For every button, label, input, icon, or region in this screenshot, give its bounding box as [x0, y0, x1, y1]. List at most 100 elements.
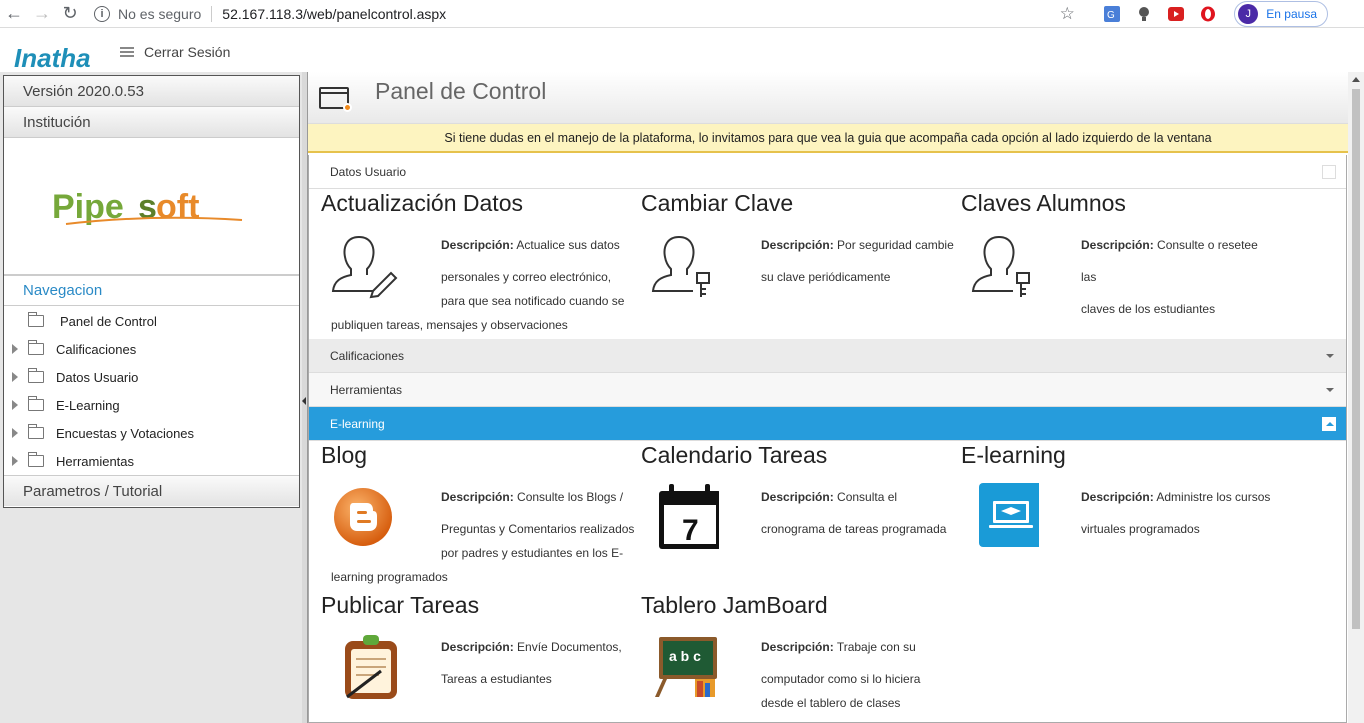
tree-item-elearning[interactable]: E-Learning: [4, 391, 299, 419]
tree-item-panel-control[interactable]: Panel de Control: [4, 307, 299, 335]
collapse-toggle-icon[interactable]: [1322, 165, 1336, 179]
desc-text: claves de los estudiantes: [1081, 302, 1216, 316]
profile-button[interactable]: J En pausa: [1234, 1, 1328, 27]
sidebar: Versión 2020.0.53 Institución Pipe s oft…: [0, 72, 302, 723]
desc-label: Descripción:: [761, 490, 834, 504]
back-icon[interactable]: ←: [0, 0, 28, 28]
card-title[interactable]: Cambiar Clave: [641, 189, 949, 217]
info-icon[interactable]: i: [94, 5, 110, 22]
tree-item-label: Panel de Control: [60, 313, 157, 329]
section-herramientas[interactable]: Herramientas: [309, 373, 1346, 407]
tree-item-label: Encuestas y Votaciones: [56, 425, 195, 441]
desc-text: Consulte los Blogs /: [517, 490, 624, 504]
elearning-grid: Blog Descripción: Consulte los Blogs / P…: [309, 441, 1346, 721]
blogger-icon[interactable]: [329, 481, 399, 551]
logout-button[interactable]: Cerrar Sesión: [120, 44, 230, 60]
datos-usuario-grid: Actualización Datos Descripción: Actuali…: [309, 189, 1346, 339]
card-title[interactable]: E-learning: [961, 441, 1269, 469]
desc-label: Descripción:: [1081, 238, 1154, 252]
expand-arrow-icon[interactable]: [12, 428, 18, 438]
expand-arrow-icon[interactable]: [12, 400, 18, 410]
card-title[interactable]: Claves Alumnos: [961, 189, 1269, 217]
desc-label: Descripción:: [441, 490, 514, 504]
profile-status: En pausa: [1266, 7, 1317, 21]
card-actualizacion-datos[interactable]: Actualización Datos Descripción: Actuali…: [309, 189, 629, 332]
chevron-down-icon[interactable]: [1326, 354, 1334, 358]
section-datos-usuario[interactable]: Datos Usuario: [309, 155, 1346, 189]
chevron-down-icon[interactable]: [1326, 388, 1334, 392]
card-elearning[interactable]: E-learning Descripción: Administre los c…: [949, 441, 1270, 547]
translate-icon[interactable]: G: [1101, 5, 1123, 23]
address-bar[interactable]: i No es seguro 52.167.118.3/web/panelcon…: [94, 1, 1114, 27]
folder-icon: [28, 424, 44, 439]
card-description: Descripción: Envíe Documentos, Tareas a …: [441, 631, 636, 695]
menu-icon[interactable]: [120, 45, 134, 59]
expand-arrow-icon[interactable]: [12, 456, 18, 466]
user-key-icon[interactable]: [649, 229, 719, 299]
card-blog[interactable]: Blog Descripción: Consulte los Blogs / P…: [309, 441, 634, 584]
card-description: Descripción: Por seguridad cambie su cla…: [761, 229, 956, 293]
card-publicar-tareas[interactable]: Publicar Tareas Descripción: Envíe Docum…: [309, 591, 629, 699]
section-elearning[interactable]: E-learning: [309, 407, 1346, 441]
card-calendario-tareas[interactable]: Calendario Tareas 7 Descripción: Consult…: [629, 441, 949, 549]
collapse-toggle-icon[interactable]: [1322, 417, 1336, 431]
card-tablero-jamboard[interactable]: Tablero JamBoard a b c Descripción: Trab…: [629, 591, 949, 710]
card-claves-alumnos[interactable]: Claves Alumnos Descripción: Consulte o r…: [949, 189, 1269, 316]
chalkboard-icon[interactable]: a b c: [649, 631, 719, 701]
card-title[interactable]: Blog: [321, 441, 629, 469]
url-text[interactable]: 52.167.118.3/web/panelcontrol.aspx: [222, 6, 446, 22]
card-title[interactable]: Actualización Datos: [321, 189, 629, 217]
tree-item-label: Herramientas: [56, 453, 135, 469]
folder-icon: [28, 368, 44, 383]
elearning-laptop-icon[interactable]: [969, 481, 1039, 551]
expand-arrow-icon[interactable]: [12, 372, 18, 382]
desc-line: publiquen tareas, mensajes y observacion…: [331, 318, 568, 332]
collapse-arrow-icon[interactable]: [302, 397, 306, 405]
card-description: Descripción: Consulte los Blogs / Pregun…: [441, 481, 636, 545]
user-edit-icon[interactable]: [329, 229, 399, 299]
chalkboard-letters: a b c: [669, 648, 701, 664]
folder-icon: [28, 340, 44, 355]
card-title[interactable]: Calendario Tareas: [641, 441, 949, 469]
opera-icon[interactable]: [1197, 5, 1219, 23]
desc-line: por padres y estudiantes en los E-: [441, 546, 624, 560]
reload-icon[interactable]: ↻: [56, 0, 84, 28]
tree-item-encuestas[interactable]: Encuestas y Votaciones: [4, 419, 299, 447]
main-scrollbar[interactable]: [1348, 72, 1364, 723]
scrollbar-thumb[interactable]: [1352, 89, 1360, 629]
clipboard-icon[interactable]: [329, 631, 399, 701]
card-title[interactable]: Tablero JamBoard: [641, 591, 949, 619]
tree-item-datos-usuario[interactable]: Datos Usuario: [4, 363, 299, 391]
calendar-number: 7: [682, 514, 699, 547]
card-title[interactable]: Publicar Tareas: [321, 591, 629, 619]
lightbulb-icon[interactable]: [1133, 5, 1155, 23]
institution-header[interactable]: Institución: [4, 107, 299, 138]
youtube-ext-icon[interactable]: [1165, 5, 1187, 23]
control-panel-icon: [319, 86, 352, 112]
scroll-up-icon[interactable]: [1352, 77, 1360, 82]
section-calificaciones[interactable]: Calificaciones: [309, 339, 1346, 373]
desc-text: Envíe Documentos,: [517, 640, 622, 654]
avatar: J: [1238, 4, 1259, 24]
desc-text: virtuales programados: [1081, 522, 1200, 536]
params-header[interactable]: Parametros / Tutorial: [4, 475, 299, 506]
version-header[interactable]: Versión 2020.0.53: [4, 76, 299, 107]
navigation-header[interactable]: Navegacion: [4, 275, 299, 306]
svg-text:oft: oft: [156, 188, 199, 226]
desc-label: Descripción:: [441, 238, 514, 252]
svg-text:s: s: [138, 188, 157, 226]
forward-icon[interactable]: →: [28, 0, 56, 28]
card-cambiar-clave[interactable]: Cambiar Clave Descripción: Por seguridad…: [629, 189, 954, 297]
calendar-icon[interactable]: 7: [649, 481, 719, 551]
expand-arrow-icon[interactable]: [12, 344, 18, 354]
desc-line: para que sea notificado cuando se: [441, 294, 625, 308]
bookmark-star-icon[interactable]: ☆: [1056, 4, 1078, 23]
tree-item-herramientas[interactable]: Herramientas: [4, 447, 299, 475]
user-key-icon[interactable]: [969, 229, 1039, 299]
tree-item-calificaciones[interactable]: Calificaciones: [4, 335, 299, 363]
page-header: Panel de Control: [308, 72, 1348, 124]
folder-icon: [28, 396, 44, 411]
browser-toolbar: ← → ↻ i No es seguro 52.167.118.3/web/pa…: [0, 0, 1364, 28]
section-label: E-learning: [330, 416, 385, 431]
card-description: Descripción: Administre los cursos virtu…: [1081, 481, 1276, 545]
